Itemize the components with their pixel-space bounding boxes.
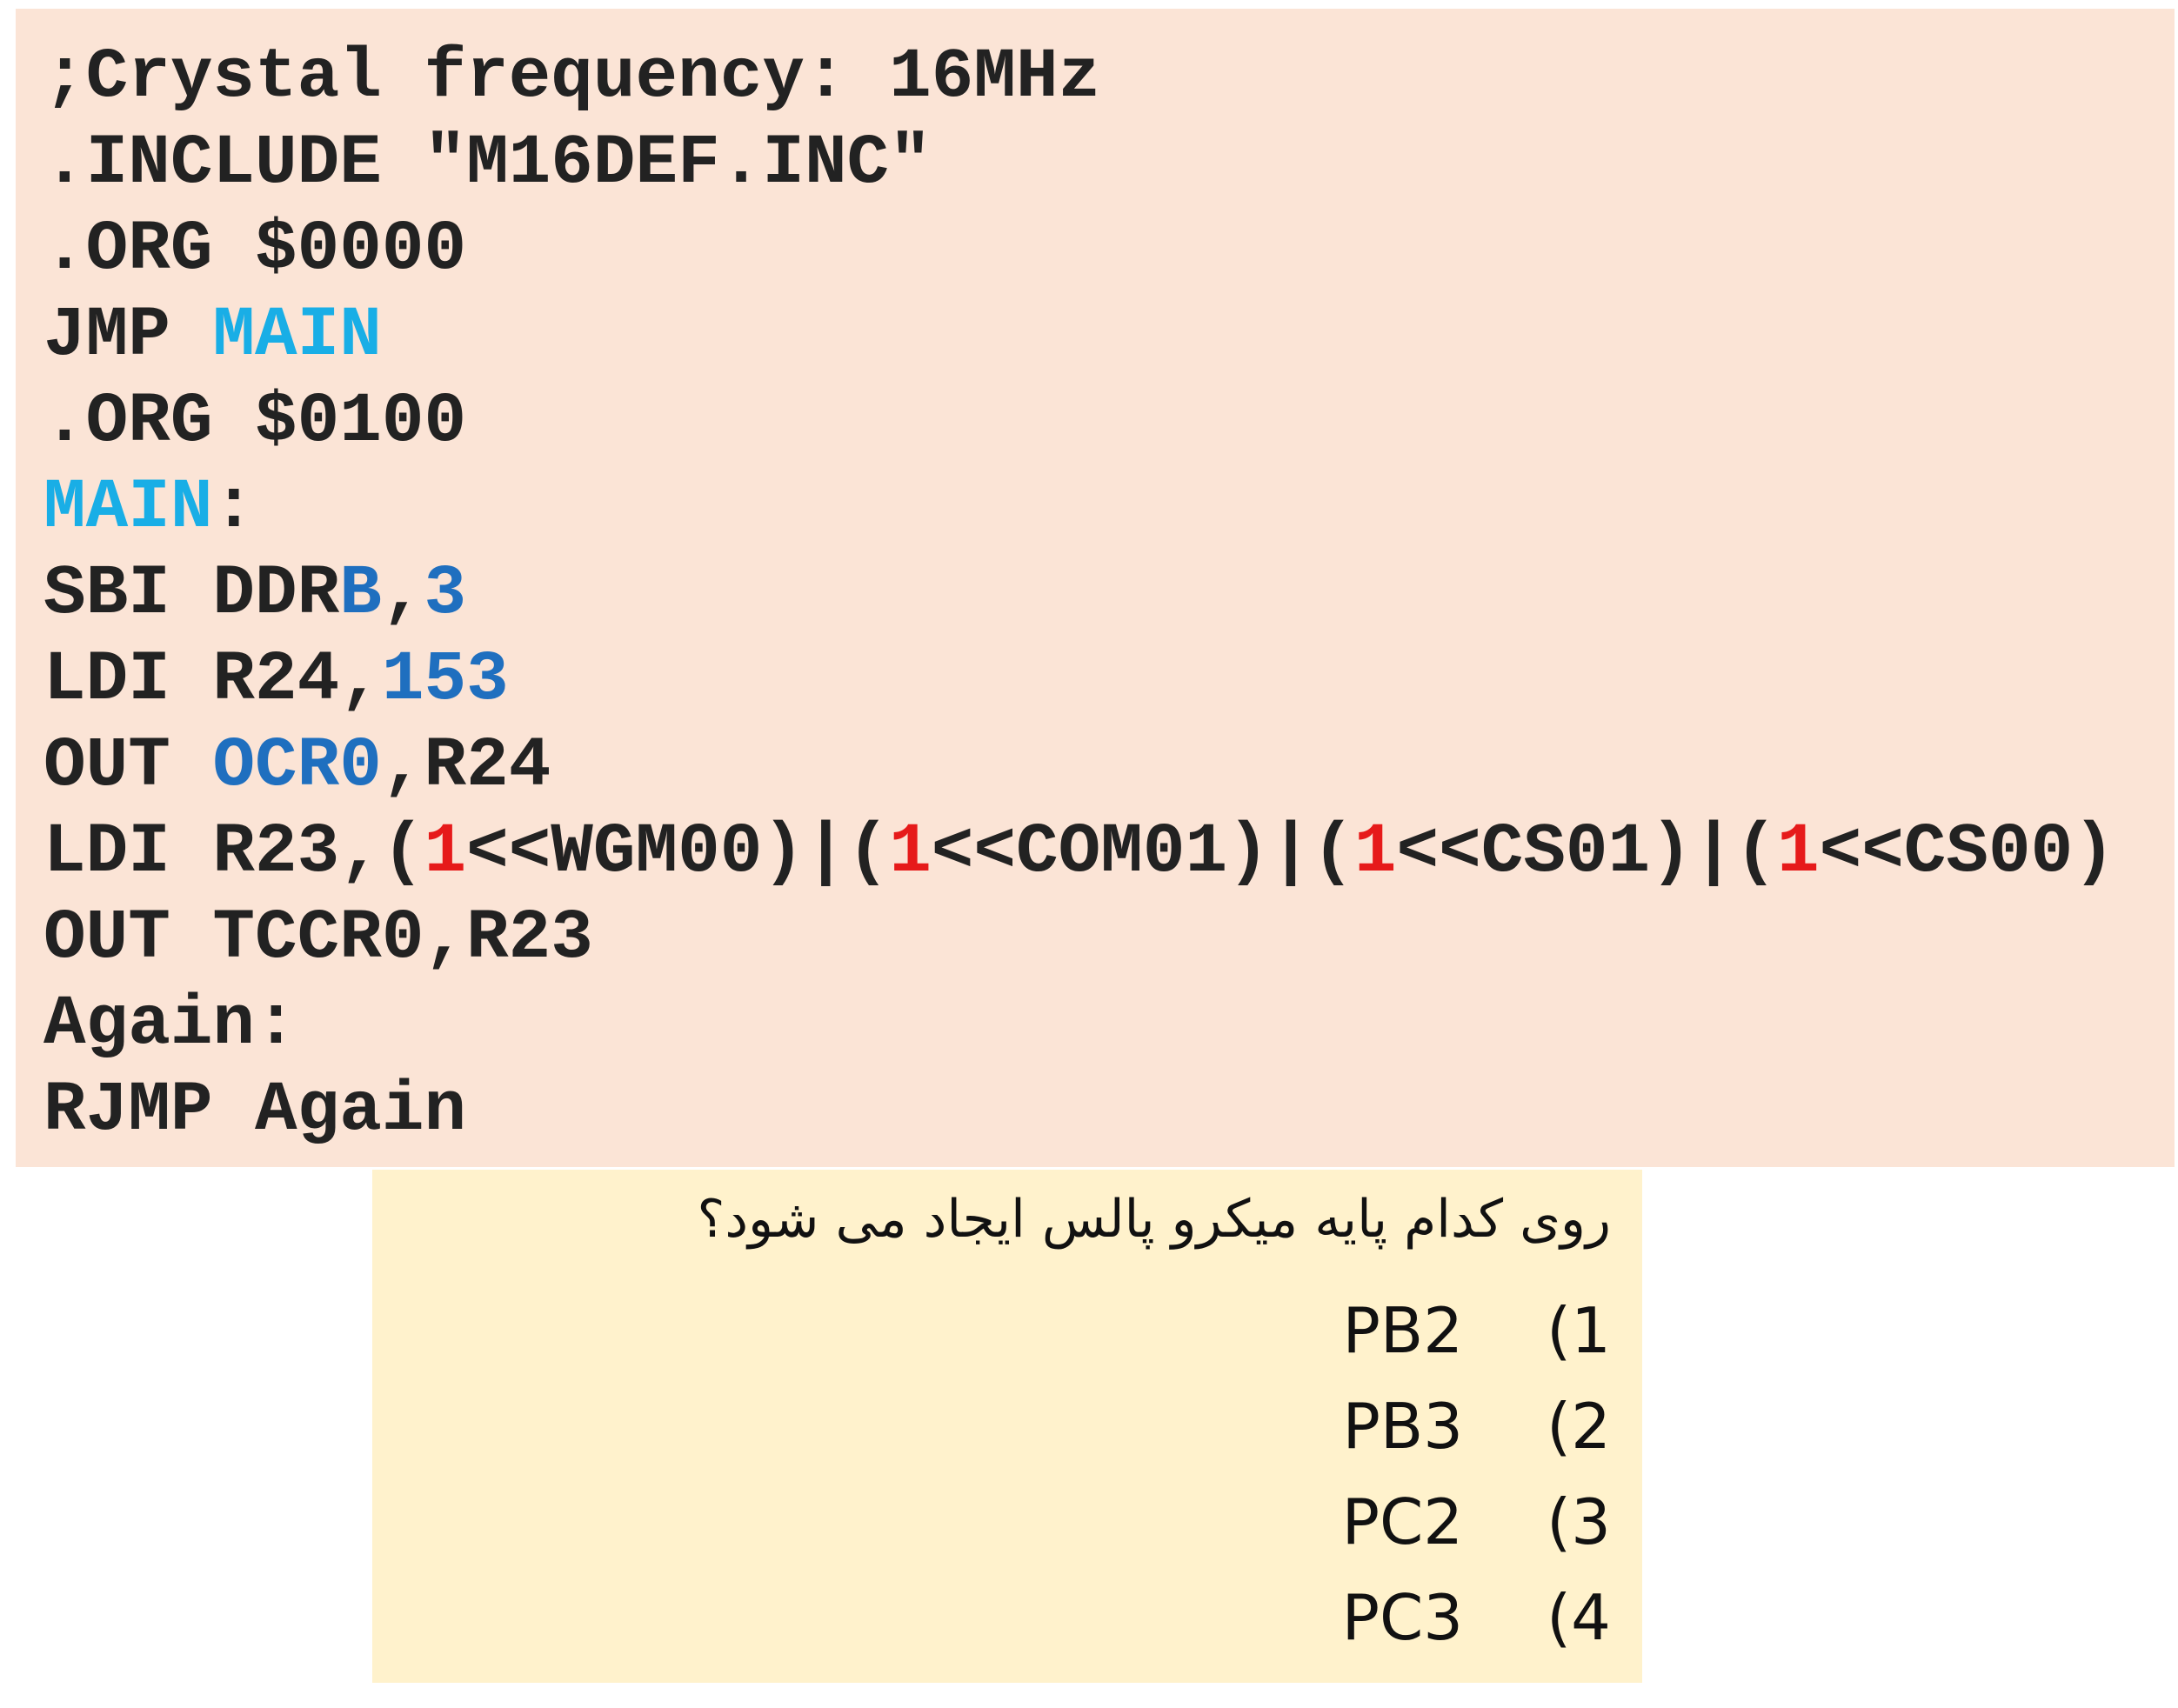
code-token: JMP [43,297,213,376]
code-token: OUT TCCR0,R23 [43,899,593,978]
code-line: Again: [43,982,2115,1068]
code-token: OCR0 [212,727,382,806]
code-line: .INCLUDE "M16DEF.INC" [43,121,2115,207]
answer-option: PC2 (3 [1342,1474,1611,1570]
code-line: JMP MAIN [43,293,2115,379]
code-line: MAIN: [43,465,2115,551]
code-line: .ORG $0100 [43,379,2115,465]
code-token: <<WGM00)|( [466,813,890,892]
code-token: , [381,555,424,634]
code-line: OUT OCR0,R24 [43,724,2115,810]
code-token: Again: [43,985,297,1064]
code-token: MAIN [43,469,213,548]
code-line: ;Crystal frequency: 16MHz [43,35,2115,121]
question-text: روی کدام پایه میکرو پالس ایجاد می شود؟ [697,1189,1611,1250]
code-token: B [339,555,382,634]
option-label: PC3 [1341,1581,1464,1654]
code-token: 153 [381,641,509,720]
option-label: PC2 [1341,1485,1464,1558]
code-token: : [212,469,256,548]
code-line: RJMP Again [43,1068,2115,1154]
code-line: OUT TCCR0,R23 [43,896,2115,982]
code-token: 3 [424,555,467,634]
code-line: LDI R24,153 [43,637,2115,724]
code-token: 1 [424,813,467,892]
code-token: LDI R23,( [43,813,424,892]
code-token: MAIN [212,297,382,376]
option-label: PB2 [1342,1294,1464,1367]
code-token: ;Crystal frequency: 16MHz [43,38,1101,117]
answer-option: PB3 (2 [1342,1378,1611,1474]
code-line: LDI R23,(1<<WGM00)|(1<<COM01)|(1<<CS01)|… [43,810,2115,896]
code-listing: ;Crystal frequency: 16MHz .INCLUDE "M16DE… [43,35,2115,1154]
code-token: 1 [1776,813,1820,892]
code-token: 1 [889,813,932,892]
option-label: PB3 [1342,1390,1464,1463]
code-line: SBI DDRB,3 [43,551,2115,637]
question-panel: روی کدام پایه میکرو پالس ایجاد می شود؟ P… [372,1170,1642,1683]
code-line: .ORG $0000 [43,207,2115,293]
code-token: ,R24 [381,727,551,806]
option-number: (4 [1547,1581,1611,1654]
answer-option: PB2 (1 [1342,1283,1611,1378]
code-panel: ;Crystal frequency: 16MHz .INCLUDE "M16DE… [16,9,2175,1167]
option-number: (1 [1547,1294,1611,1367]
option-number: (2 [1547,1390,1611,1463]
code-token: 1 [1353,813,1397,892]
code-token: <<CS00) [1819,813,2115,892]
answer-option: PC3 (4 [1342,1570,1611,1665]
code-token: .INCLUDE "M16DEF.INC" [43,124,932,203]
code-token: .ORG $0100 [43,383,467,462]
code-token: LDI R24, [43,641,382,720]
code-token: OUT [43,727,213,806]
code-token: SBI DDR [43,555,340,634]
answer-options: PB2 (1 PB3 (2 PC2 (3 PC3 (4 [1342,1283,1611,1665]
code-token: .ORG $0000 [43,210,467,290]
option-number: (3 [1547,1485,1611,1558]
code-token: <<CS01)|( [1396,813,1777,892]
code-token: RJMP Again [43,1071,467,1151]
code-token: <<COM01)|( [931,813,1354,892]
